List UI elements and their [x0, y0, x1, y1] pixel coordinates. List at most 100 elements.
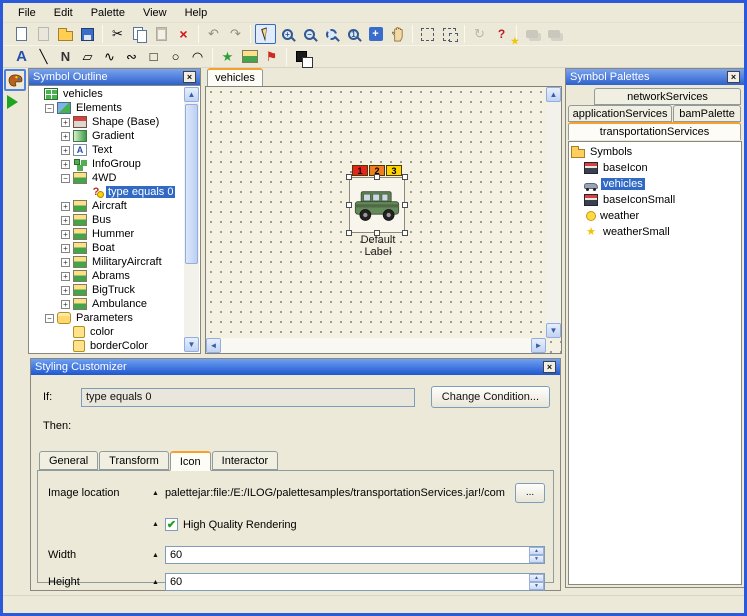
- new-icon[interactable]: [11, 24, 32, 44]
- palette-icon[interactable]: [4, 69, 26, 91]
- tree-item-bigtruck[interactable]: +BigTruck: [30, 283, 184, 297]
- rotate-icon[interactable]: ↻: [469, 24, 490, 44]
- spin-down-icon[interactable]: ▼: [529, 582, 544, 590]
- symbol-canvas[interactable]: 1 2 3: [205, 86, 562, 354]
- collapse-icon[interactable]: −: [61, 174, 70, 183]
- expand-icon[interactable]: +: [61, 300, 70, 309]
- select-tool-icon[interactable]: [255, 24, 276, 44]
- scroll-right-icon[interactable]: ►: [531, 338, 546, 353]
- tab-icon[interactable]: Icon: [170, 451, 211, 471]
- tree-item-type-equals-0[interactable]: ?type equals 0: [30, 185, 184, 199]
- fit-to-contents-icon[interactable]: +: [365, 24, 386, 44]
- tab-bampalette[interactable]: bamPalette: [673, 105, 741, 122]
- height-field[interactable]: [166, 574, 544, 590]
- tree-item-vehicles-palette[interactable]: vehicles: [569, 176, 741, 192]
- tree-item-4wd[interactable]: −4WD: [30, 171, 184, 185]
- delete-icon[interactable]: ×: [173, 24, 194, 44]
- menu-view[interactable]: View: [134, 5, 176, 21]
- expand-icon[interactable]: +: [61, 132, 70, 141]
- spin-up-icon[interactable]: ▲: [529, 574, 544, 582]
- close-icon[interactable]: ×: [727, 71, 740, 83]
- spin-down-icon[interactable]: ▼: [529, 555, 544, 563]
- symbol-group[interactable]: 1 2 3: [349, 165, 407, 258]
- styling-customizer-titlebar[interactable]: Styling Customizer ×: [31, 359, 560, 375]
- state-badge-3[interactable]: 3: [386, 165, 402, 176]
- expand-icon[interactable]: +: [61, 230, 70, 239]
- tree-item-shape-base[interactable]: +Shape (Base): [30, 115, 184, 129]
- polyline-tool-icon[interactable]: N: [55, 47, 76, 67]
- menu-palette[interactable]: Palette: [82, 5, 134, 21]
- canvas-vertical-scrollbar[interactable]: ▲ ▼: [546, 87, 561, 338]
- resize-handle[interactable]: [402, 230, 408, 236]
- tab-transform[interactable]: Transform: [99, 451, 169, 470]
- symbol-wizard-icon[interactable]: ? ★: [491, 24, 512, 44]
- resize-handle[interactable]: [374, 174, 380, 180]
- tree-item-color[interactable]: color: [30, 325, 184, 339]
- expand-icon[interactable]: +: [61, 244, 70, 253]
- zoom-area-icon[interactable]: [321, 24, 342, 44]
- undo-icon[interactable]: ↶: [203, 24, 224, 44]
- star-tool-icon[interactable]: ★: [217, 47, 238, 67]
- tree-item-bordercolor[interactable]: borderColor: [30, 339, 184, 352]
- arc-tool-icon[interactable]: ◠: [187, 47, 208, 67]
- tree-item-vehicles[interactable]: vehicles: [30, 87, 184, 101]
- menu-edit[interactable]: Edit: [45, 5, 82, 21]
- text-tool-icon[interactable]: A: [11, 47, 32, 67]
- tab-applicationservices[interactable]: applicationServices: [568, 105, 672, 122]
- symbol-outline-titlebar[interactable]: Symbol Outline ×: [29, 69, 200, 85]
- tree-item-baseicon[interactable]: baseIcon: [569, 160, 741, 176]
- resize-handle[interactable]: [374, 230, 380, 236]
- new-from-template-icon[interactable]: [33, 24, 54, 44]
- run-preview-icon[interactable]: [7, 95, 18, 109]
- tab-networkservices[interactable]: networkServices: [594, 88, 741, 105]
- expand-marker-icon[interactable]: ▲: [152, 579, 159, 586]
- expand-icon[interactable]: +: [61, 118, 70, 127]
- expand-icon[interactable]: +: [61, 216, 70, 225]
- resize-handle[interactable]: [402, 202, 408, 208]
- save-icon[interactable]: [77, 24, 98, 44]
- close-icon[interactable]: ×: [543, 361, 556, 373]
- pan-icon[interactable]: [387, 24, 408, 44]
- menu-file[interactable]: File: [9, 5, 45, 21]
- tab-interactor[interactable]: Interactor: [212, 451, 278, 470]
- scroll-left-icon[interactable]: ◄: [206, 338, 221, 353]
- scroll-down-icon[interactable]: ▼: [184, 337, 199, 352]
- symbol-image[interactable]: [349, 177, 405, 233]
- width-field[interactable]: [166, 547, 544, 563]
- zoom-in-icon[interactable]: +: [277, 24, 298, 44]
- expand-icon[interactable]: +: [61, 286, 70, 295]
- change-condition-button[interactable]: Change Condition...: [431, 386, 550, 408]
- collapse-icon[interactable]: −: [45, 314, 54, 323]
- tree-item-symbols[interactable]: Symbols: [569, 144, 741, 160]
- tree-item-weathersmall[interactable]: ★weatherSmall: [569, 224, 741, 240]
- resize-handle[interactable]: [346, 230, 352, 236]
- expand-icon[interactable]: +: [61, 258, 70, 267]
- fill-stroke-swatch-icon[interactable]: [291, 47, 312, 67]
- anchor-tool-icon[interactable]: ⚑: [261, 47, 282, 67]
- spline-tool-icon[interactable]: ∿: [99, 47, 120, 67]
- tree-item-hummer[interactable]: +Hummer: [30, 227, 184, 241]
- resize-handle[interactable]: [346, 174, 352, 180]
- expand-icon[interactable]: +: [61, 202, 70, 211]
- tree-item-aircraft[interactable]: +Aircraft: [30, 199, 184, 213]
- scroll-up-icon[interactable]: ▲: [546, 87, 561, 102]
- tree-item-boat[interactable]: +Boat: [30, 241, 184, 255]
- zoom-out-icon[interactable]: −: [299, 24, 320, 44]
- expand-icon[interactable]: +: [61, 272, 70, 281]
- tree-item-elements[interactable]: −Elements: [30, 101, 184, 115]
- tree-item-ambulance[interactable]: +Ambulance: [30, 297, 184, 311]
- tab-general[interactable]: General: [39, 451, 98, 470]
- line-tool-icon[interactable]: ╲: [33, 47, 54, 67]
- polygon-tool-icon[interactable]: ▱: [77, 47, 98, 67]
- expand-icon[interactable]: +: [61, 146, 70, 155]
- redo-icon[interactable]: ↷: [225, 24, 246, 44]
- menu-help[interactable]: Help: [176, 5, 217, 21]
- close-icon[interactable]: ×: [183, 71, 196, 83]
- tree-item-weather[interactable]: weather: [569, 208, 741, 224]
- canvas-horizontal-scrollbar[interactable]: ◄ ►: [206, 338, 546, 353]
- tab-vehicles[interactable]: vehicles: [207, 68, 263, 86]
- tree-item-bus[interactable]: +Bus: [30, 213, 184, 227]
- outline-vertical-scrollbar[interactable]: ▲ ▼: [184, 87, 199, 352]
- symbol-palettes-titlebar[interactable]: Symbol Palettes ×: [566, 69, 744, 85]
- tree-item-abrams[interactable]: +Abrams: [30, 269, 184, 283]
